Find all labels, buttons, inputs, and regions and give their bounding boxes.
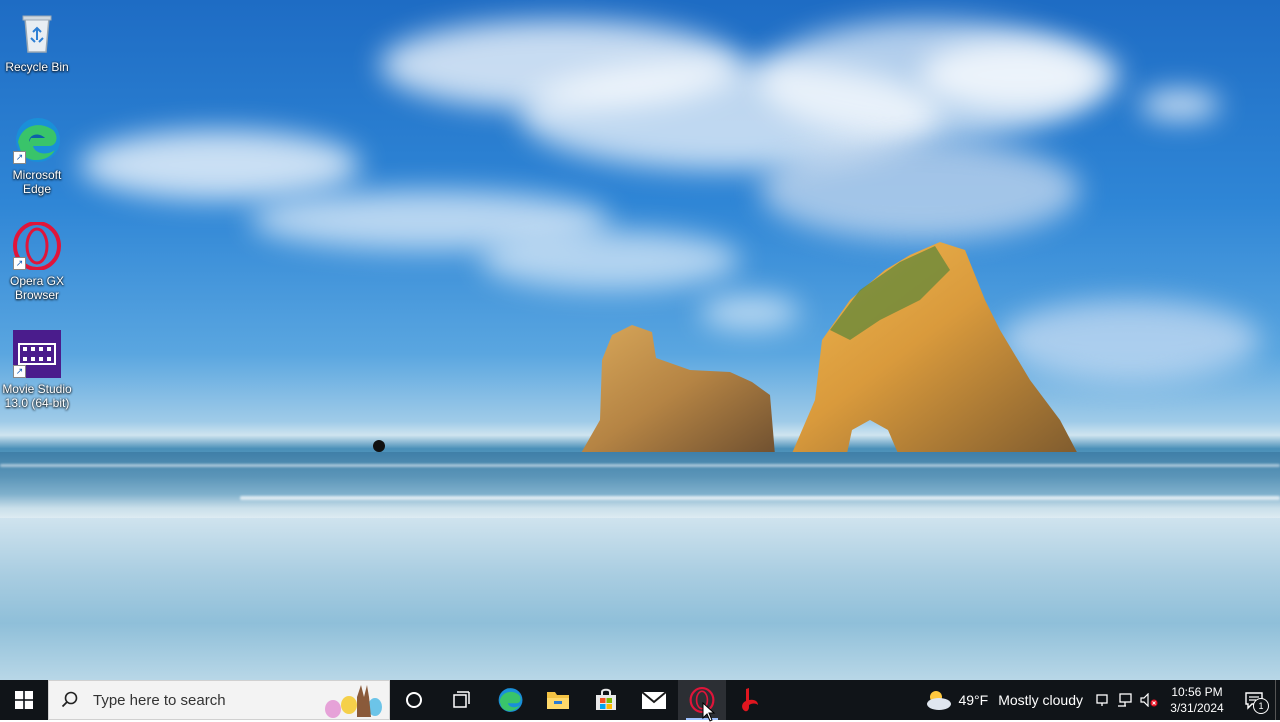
search-input[interactable] [91, 690, 315, 710]
weather-widget[interactable]: 49°F Mostly cloudy [916, 689, 1091, 711]
desktop-icon-label: Opera GX Browser [9, 274, 65, 302]
notification-count-badge: 1 [1253, 698, 1269, 714]
taskbar-clock[interactable]: 10:56 PM 3/31/2024 [1161, 684, 1233, 716]
edge-icon [498, 688, 523, 712]
cortana-icon [406, 692, 422, 708]
volume-muted-icon [1140, 693, 1158, 707]
edge-icon: ↗ [13, 116, 61, 164]
desktop-icon-recycle-bin[interactable]: Recycle Bin [0, 8, 74, 74]
desktop-wallpaper [0, 0, 1280, 680]
tray-volume-button[interactable] [1137, 680, 1161, 720]
microsoft-store-icon [596, 688, 616, 710]
windows-logo-icon [15, 691, 33, 709]
desktop-icon-label: Recycle Bin [5, 60, 69, 74]
mouse-cursor-icon [702, 702, 716, 722]
shortcut-arrow-icon: ↗ [13, 365, 26, 378]
movie-studio-icon: ↗ [13, 330, 61, 378]
recycle-bin-icon [13, 8, 61, 56]
weather-condition: Mostly cloudy [998, 692, 1083, 708]
taskbar-opera-gx-button[interactable] [678, 680, 726, 722]
opera-gx-icon: ↗ [13, 221, 61, 271]
wave-foam [240, 496, 1280, 500]
desktop-icon-opera-gx[interactable]: ↗ Opera GX Browser [0, 221, 74, 302]
taskbar: 49°F Mostly cloudy 10:56 PM [0, 680, 1280, 722]
desktop-icon-label: Microsoft Edge [12, 168, 62, 196]
shortcut-arrow-icon: ↗ [13, 151, 26, 164]
task-view-button[interactable] [438, 680, 486, 720]
desktop-icon-movie-studio[interactable]: ↗ Movie Studio 13.0 (64-bit) [0, 330, 74, 410]
desktop-icon-label: Movie Studio 13.0 (64-bit) [2, 382, 72, 410]
taskbar-search-box[interactable] [48, 680, 390, 720]
taskbar-red-app-button[interactable] [726, 680, 774, 720]
tray-device-button[interactable] [1091, 680, 1113, 720]
cloudy-weather-icon [927, 691, 952, 710]
start-button[interactable] [0, 680, 48, 720]
taskbar-mail-button[interactable] [630, 680, 678, 720]
wave-foam [0, 464, 1280, 467]
file-explorer-icon [547, 692, 569, 709]
shortcut-arrow-icon: ↗ [13, 257, 26, 270]
show-desktop-button[interactable] [1275, 680, 1280, 720]
wet-sand-beach [0, 518, 1280, 680]
network-icon [1118, 693, 1132, 707]
task-view-icon [453, 691, 470, 708]
sea [0, 452, 1280, 522]
system-tray: 49°F Mostly cloudy 10:56 PM 3/31/2024 1 [916, 680, 1280, 720]
easter-eggs-search-highlight-icon [325, 685, 382, 718]
desktop-icon-microsoft-edge[interactable]: ↗ Microsoft Edge [0, 116, 74, 196]
mail-icon [641, 691, 667, 709]
clock-date: 3/31/2024 [1170, 701, 1224, 715]
taskbar-edge-button[interactable] [486, 680, 534, 720]
taskbar-store-button[interactable] [582, 680, 630, 720]
taskbar-file-explorer-button[interactable] [534, 680, 582, 720]
action-center-button[interactable]: 1 [1233, 680, 1275, 720]
cortana-button[interactable] [390, 680, 438, 720]
clock-time: 10:56 PM [1171, 685, 1223, 699]
weather-temperature: 49°F [958, 692, 989, 708]
red-app-icon [742, 688, 758, 712]
search-icon [61, 691, 78, 708]
device-icon [1096, 694, 1108, 706]
tray-network-button[interactable] [1113, 680, 1137, 720]
